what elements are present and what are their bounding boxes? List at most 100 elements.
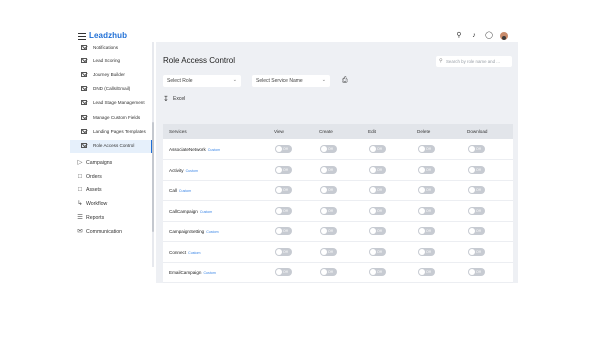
toggle-download[interactable]: Off: [468, 186, 485, 194]
table-row: AssociateNetwork Custom Off Off Off Off Off: [163, 140, 513, 160]
toggle-knob: [419, 146, 425, 152]
toggle-label: Off: [283, 270, 288, 274]
toggle-knob: [276, 146, 282, 152]
menu-icon[interactable]: [78, 33, 86, 40]
toggle-create[interactable]: Off: [320, 268, 337, 276]
toggle-delete[interactable]: Off: [418, 145, 435, 153]
toggle-delete[interactable]: Off: [418, 206, 435, 215]
sidebar-nav-item[interactable]: ▷ Campaigns: [70, 157, 152, 169]
select-service-dropdown[interactable]: Select Service Name ⌄: [252, 75, 330, 87]
toggle-create[interactable]: Off: [320, 145, 337, 153]
sidebar-nav-item[interactable]: ☰ Reports: [70, 212, 152, 224]
toggle-label: Off: [328, 229, 333, 233]
toggle-view[interactable]: Off: [275, 165, 292, 174]
toggle-edit[interactable]: Off: [369, 186, 386, 194]
toggle-delete[interactable]: Off: [418, 165, 435, 174]
bell-icon[interactable]: ♪: [470, 32, 478, 40]
custom-tag: Custom: [178, 189, 192, 193]
toggle-knob: [419, 248, 425, 255]
globe-icon[interactable]: ◯: [485, 32, 493, 40]
search-icon[interactable]: ⚲: [455, 32, 463, 40]
avatar[interactable]: [500, 32, 508, 40]
toggle-view[interactable]: Off: [275, 227, 292, 235]
toggle-delete[interactable]: Off: [418, 268, 435, 276]
sidebar-subitem[interactable]: Lead Stage Management: [70, 97, 152, 110]
table-row: Connect Custom Off Off Off Off Off: [163, 243, 513, 263]
custom-tag: Custom: [203, 271, 216, 275]
toggle-download[interactable]: Off: [468, 145, 485, 153]
mail-icon: [81, 86, 87, 91]
toggle-knob: [370, 207, 376, 214]
workflow-icon: ↳: [77, 200, 83, 207]
toggle-edit[interactable]: Off: [369, 165, 386, 174]
toggle-knob: [469, 146, 475, 152]
toggle-create[interactable]: Off: [320, 247, 337, 256]
toggle-delete[interactable]: Off: [418, 186, 435, 194]
toggle-view[interactable]: Off: [275, 206, 292, 215]
service-name: EmailCampaign Custom: [169, 270, 216, 275]
toggle-download[interactable]: Off: [468, 227, 485, 235]
toggle-knob: [419, 187, 425, 193]
table-row: Call Custom Off Off Off Off Off: [163, 181, 513, 201]
toggle-label: Off: [426, 188, 431, 192]
toggle-label: Off: [476, 208, 481, 213]
custom-tag: Custom: [199, 209, 213, 214]
toggle-create[interactable]: Off: [320, 206, 337, 215]
toggle-create[interactable]: Off: [320, 186, 337, 194]
toggle-label: Off: [476, 188, 481, 192]
toggle-view[interactable]: Off: [275, 247, 292, 256]
custom-tag: Custom: [207, 148, 221, 152]
toggle-edit[interactable]: Off: [369, 227, 386, 235]
sidebar-nav-label: Orders: [86, 174, 102, 180]
sidebar-subitem[interactable]: Notifications: [70, 42, 152, 55]
toggle-edit[interactable]: Off: [369, 145, 386, 153]
print-icon[interactable]: ⎙: [342, 77, 348, 85]
sidebar: Notifications Lead Scoring Journey Builder…: [70, 42, 154, 267]
list-icon: ☰: [77, 214, 83, 221]
sidebar-nav-item[interactable]: □ Orders: [70, 171, 152, 183]
toggle-download[interactable]: Off: [468, 206, 485, 215]
mail-icon: [81, 58, 87, 63]
toggle-delete[interactable]: Off: [418, 247, 435, 256]
toggle-label: Off: [283, 208, 288, 213]
toggle-download[interactable]: Off: [468, 165, 485, 174]
sidebar-subitem[interactable]: Lead Scoring: [70, 55, 152, 68]
toggle-download[interactable]: Off: [468, 247, 485, 256]
sidebar-nav-label: Communication: [86, 229, 123, 235]
toggle-label: Off: [328, 188, 333, 192]
toggle-view[interactable]: Off: [275, 268, 292, 276]
sidebar-nav-label: Workflow: [86, 201, 108, 207]
sidebar-nav-item[interactable]: ✉ Communication: [70, 226, 152, 238]
toggle-view[interactable]: Off: [275, 145, 292, 153]
toggle-edit[interactable]: Off: [369, 247, 386, 256]
table-row: CampaignSetting Custom Off Off Off Off Off: [163, 222, 513, 242]
toggle-knob: [321, 146, 327, 152]
table-row: Activity Custom Off Off Off Off Off: [163, 161, 513, 181]
toggle-knob: [469, 166, 475, 173]
sidebar-subitem[interactable]: DND (Calls/Email): [70, 83, 152, 96]
toggle-delete[interactable]: Off: [418, 227, 435, 235]
sidebar-subitem[interactable]: Landing Pages Templates: [70, 126, 152, 139]
sidebar-nav-item[interactable]: ↳ Workflow: [70, 198, 152, 210]
sidebar-subitem[interactable]: Journey Builder: [70, 69, 152, 82]
sidebar-nav-item[interactable]: □ Assets: [70, 184, 152, 196]
toggle-create[interactable]: Off: [320, 165, 337, 174]
service-name: CampaignSetting Custom: [169, 229, 219, 234]
sidebar-scrollbar[interactable]: [152, 42, 154, 267]
toggle-label: Off: [377, 270, 382, 274]
toggle-edit[interactable]: Off: [369, 206, 386, 215]
sidebar-subitem-label: Manage Custom Fields: [93, 115, 141, 120]
toggle-knob: [276, 166, 282, 173]
toggle-download[interactable]: Off: [468, 268, 485, 276]
search-input[interactable]: ⚲ Search by role name and ...: [436, 56, 512, 67]
toggle-edit[interactable]: Off: [369, 268, 386, 276]
toggle-view[interactable]: Off: [275, 186, 292, 194]
sidebar-subitem[interactable]: Manage Custom Fields: [70, 112, 152, 125]
toggle-create[interactable]: Off: [320, 227, 337, 235]
toggle-label: Off: [377, 249, 382, 254]
toggle-knob: [276, 228, 282, 234]
toggle-label: Off: [377, 167, 382, 172]
search-placeholder: Search by role name and ...: [446, 59, 500, 64]
select-role-dropdown[interactable]: Select Role ⌄: [163, 75, 241, 87]
sidebar-subitem[interactable]: Role Access Control: [70, 140, 152, 153]
